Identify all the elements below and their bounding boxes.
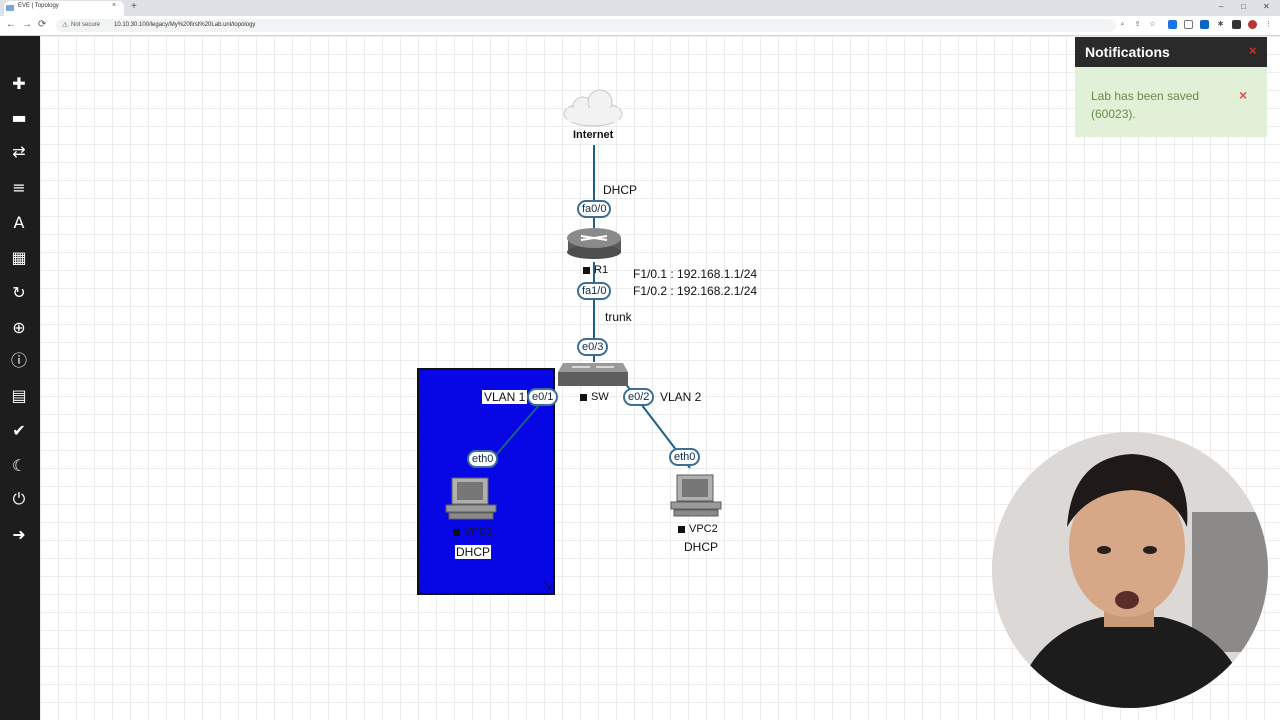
- notifications-title: Notifications: [1085, 44, 1170, 60]
- node-vpc1-label[interactable]: VPC1: [453, 526, 493, 538]
- webcam-overlay: [992, 432, 1268, 708]
- node-internet-label[interactable]: Internet: [573, 129, 613, 141]
- node-vpc2-label[interactable]: VPC2: [678, 523, 718, 535]
- interface-label-e0-2[interactable]: e0/2: [623, 388, 655, 406]
- node-sw-label[interactable]: SW: [580, 391, 609, 403]
- interface-label-fa1-0[interactable]: fa1/0: [577, 282, 612, 300]
- pc-icon-vpc1: [445, 477, 497, 520]
- annotation-dhcp-wan[interactable]: DHCP: [603, 183, 637, 197]
- interface-label-e0-3[interactable]: e0/3: [577, 338, 609, 356]
- node-r1-label[interactable]: R1: [583, 264, 608, 276]
- node-sw-name: SW: [591, 391, 609, 403]
- annotation-subinterface-2[interactable]: F1/0.2 : 192.168.2.1/24: [633, 284, 757, 298]
- interface-label-vpc1-eth0[interactable]: eth0: [467, 450, 499, 468]
- router-icon: [567, 228, 621, 259]
- interface-label-vpc2-eth0[interactable]: eth0: [669, 448, 701, 466]
- notification-dismiss-button[interactable]: ×: [1239, 87, 1247, 103]
- presenter-video: [992, 432, 1268, 708]
- annotation-trunk[interactable]: trunk: [605, 310, 632, 324]
- switch-icon: [558, 363, 628, 386]
- interface-label-fa0-0[interactable]: fa0/0: [577, 200, 612, 218]
- annotation-vlan1[interactable]: VLAN 1: [482, 390, 528, 404]
- resize-handle-icon[interactable]: ⤡: [543, 580, 551, 591]
- node-vpc2-name: VPC2: [689, 523, 718, 535]
- annotation-vpc2-dhcp[interactable]: DHCP: [684, 540, 718, 554]
- notifications-close-button[interactable]: ×: [1249, 43, 1257, 58]
- annotation-vpc1-dhcp[interactable]: DHCP: [455, 545, 492, 559]
- notification-message: Lab has been saved (60023).: [1091, 89, 1200, 121]
- annotation-subinterface-1[interactable]: F1/0.1 : 192.168.1.1/24: [633, 267, 757, 281]
- node-vpc1-name: VPC1: [464, 526, 493, 538]
- annotation-vlan2[interactable]: VLAN 2: [660, 390, 701, 404]
- cloud-icon: [563, 89, 623, 127]
- pc-icon-vpc2: [670, 474, 722, 517]
- node-r1-name: R1: [594, 264, 609, 276]
- interface-label-e0-1[interactable]: e0/1: [527, 388, 559, 406]
